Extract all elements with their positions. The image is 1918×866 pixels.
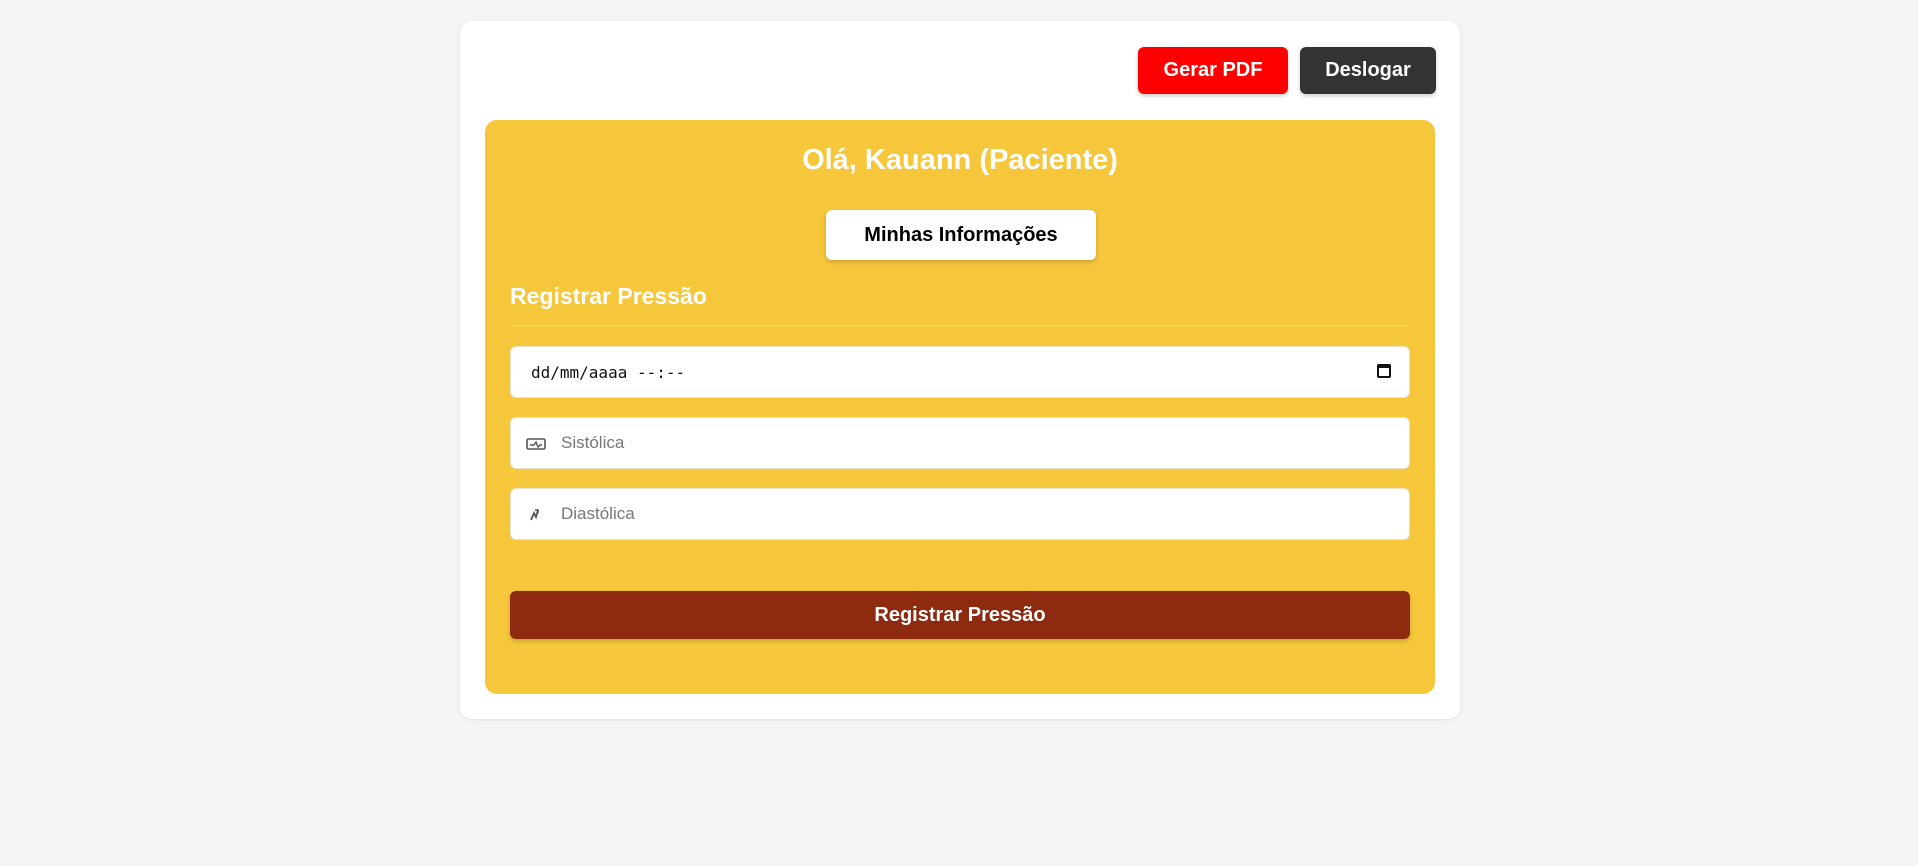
calendar-icon[interactable]	[1377, 364, 1391, 378]
register-pressure-button[interactable]: Registrar Pressão	[510, 591, 1410, 639]
section-divider	[510, 325, 1410, 326]
datetime-field[interactable]: dd/mm/aaaa --:--	[510, 346, 1410, 398]
main-card: Gerar PDF Deslogar Olá, Kauann (Paciente…	[460, 21, 1460, 719]
generate-pdf-button[interactable]: Gerar PDF	[1138, 47, 1288, 94]
logout-button[interactable]: Deslogar	[1300, 47, 1436, 94]
patient-panel: Olá, Kauann (Paciente) Minhas Informaçõe…	[485, 120, 1435, 694]
pulse-icon	[530, 509, 539, 521]
section-title: Registrar Pressão	[510, 283, 707, 309]
datetime-value: dd/mm/aaaa --:--	[531, 362, 686, 382]
greeting-title: Olá, Kauann (Paciente)	[802, 144, 1118, 176]
systolic-field[interactable]	[510, 417, 1410, 469]
my-info-button[interactable]: Minhas Informações	[826, 210, 1096, 260]
monitor-icon	[526, 438, 546, 450]
diastolic-input[interactable]	[561, 489, 1391, 539]
diastolic-field[interactable]	[510, 488, 1410, 540]
systolic-input[interactable]	[561, 418, 1391, 468]
